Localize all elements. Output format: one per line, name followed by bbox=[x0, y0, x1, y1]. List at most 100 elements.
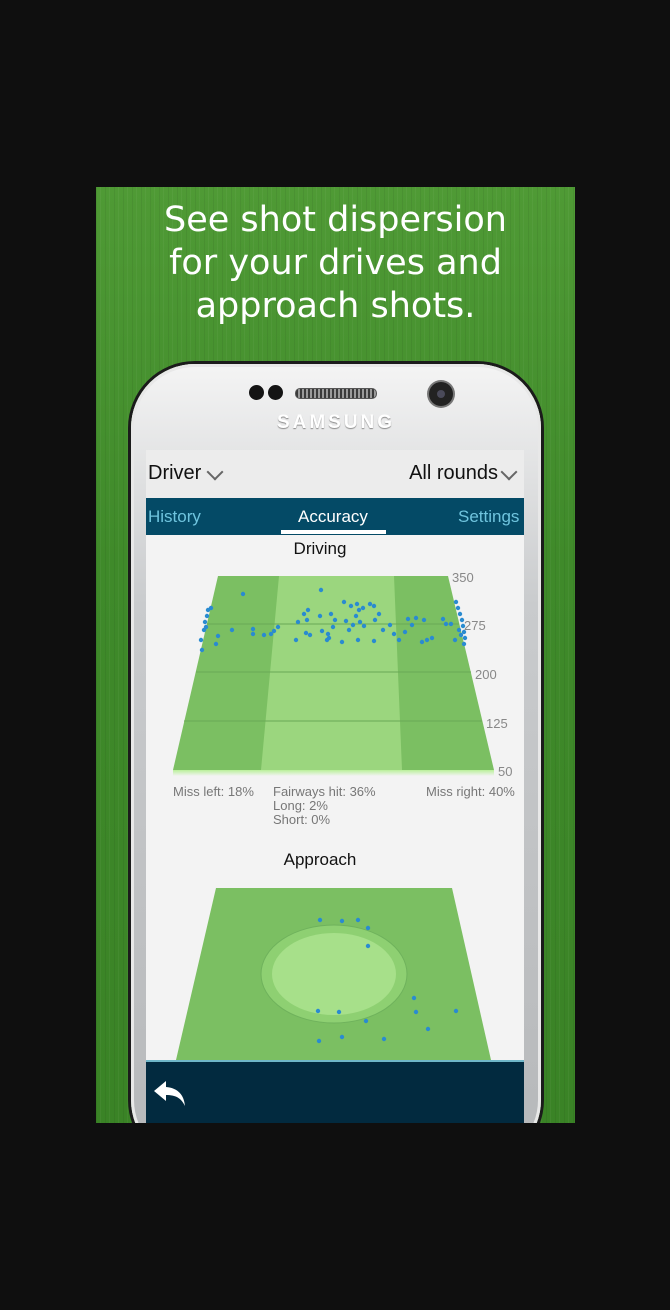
shot-dot bbox=[301, 611, 307, 617]
shot-dot bbox=[391, 631, 397, 637]
shot-dot bbox=[387, 622, 393, 628]
tab-bar: History Accuracy Settings bbox=[146, 498, 524, 535]
club-dropdown-value: Driver bbox=[148, 462, 202, 484]
tee-glow bbox=[173, 770, 494, 776]
shot-dot bbox=[367, 601, 373, 607]
shot-dot bbox=[350, 622, 356, 628]
shot-dot bbox=[372, 617, 378, 623]
shot-dot bbox=[317, 917, 323, 923]
shot-dot bbox=[365, 943, 371, 949]
shot-dot bbox=[325, 631, 331, 637]
shot-dot bbox=[363, 1018, 369, 1024]
shot-dot bbox=[443, 621, 449, 627]
sensor-dot bbox=[268, 385, 283, 400]
shot-dot bbox=[360, 605, 366, 611]
speaker-grille bbox=[295, 388, 377, 399]
long-stat: Long: 2% bbox=[273, 798, 328, 813]
bottom-bar bbox=[146, 1060, 524, 1123]
shot-dot bbox=[411, 995, 417, 1001]
shot-dot bbox=[343, 618, 349, 624]
active-tab-indicator bbox=[281, 530, 386, 534]
shot-dot bbox=[356, 607, 362, 613]
shot-dot bbox=[293, 637, 299, 643]
device-brand: SAMSUNG bbox=[276, 412, 396, 433]
back-arrow-icon[interactable] bbox=[152, 1078, 188, 1108]
driving-dispersion-chart: 350 275 200 125 50 bbox=[173, 570, 512, 779]
shot-dot bbox=[317, 613, 323, 619]
shot-dot bbox=[316, 1038, 322, 1044]
yard-label: 125 bbox=[486, 716, 508, 731]
shot-dot bbox=[365, 925, 371, 931]
shot-dot bbox=[202, 619, 208, 625]
shot-dot bbox=[452, 637, 458, 643]
headline-line-2: for your drives and bbox=[169, 243, 502, 283]
shot-dot bbox=[361, 623, 367, 629]
shot-dot bbox=[425, 1026, 431, 1032]
shot-dot bbox=[380, 627, 386, 633]
yard-label: 50 bbox=[498, 764, 512, 779]
shot-dot bbox=[371, 603, 377, 609]
shot-dot bbox=[429, 635, 435, 641]
driving-title: Driving bbox=[293, 539, 347, 558]
shot-dot bbox=[198, 637, 204, 643]
chevron-down-icon[interactable] bbox=[206, 463, 224, 481]
shot-dot bbox=[456, 627, 462, 633]
tab-settings[interactable]: Settings bbox=[458, 507, 519, 527]
filter-bar: Driver All rounds bbox=[146, 450, 524, 498]
shot-dot bbox=[381, 1036, 387, 1042]
shot-dot bbox=[199, 647, 205, 653]
chevron-down-icon[interactable] bbox=[500, 463, 518, 481]
yard-label: 275 bbox=[464, 618, 486, 633]
shot-dot bbox=[268, 631, 274, 637]
shot-dot bbox=[303, 630, 309, 636]
headline-line-1: See shot dispersion bbox=[164, 200, 507, 240]
shot-dot bbox=[424, 637, 430, 643]
shot-dot bbox=[250, 631, 256, 637]
shot-dot bbox=[208, 605, 214, 611]
shot-dot bbox=[346, 627, 352, 633]
shot-dot bbox=[203, 624, 209, 630]
shot-dot bbox=[448, 621, 454, 627]
shot-dot bbox=[348, 603, 354, 609]
fairways-hit-stat: Fairways hit: 36% bbox=[273, 784, 376, 799]
phone-frame: SAMSUNG Driver All rounds History Accura… bbox=[131, 364, 541, 1123]
shot-dot bbox=[462, 635, 468, 641]
shot-dot bbox=[229, 627, 235, 633]
shot-dot bbox=[341, 599, 347, 605]
shot-dot bbox=[315, 1008, 321, 1014]
shot-dot bbox=[354, 601, 360, 607]
shot-dot bbox=[304, 617, 310, 623]
shot-dot bbox=[339, 918, 345, 924]
shot-dot bbox=[336, 1009, 342, 1015]
shot-dot bbox=[371, 638, 377, 644]
rounds-dropdown[interactable]: All rounds bbox=[409, 462, 498, 485]
miss-left-stat: Miss left: 18% bbox=[173, 784, 254, 799]
shot-dot bbox=[330, 624, 336, 630]
shot-dot bbox=[405, 616, 411, 622]
yard-label: 200 bbox=[475, 667, 497, 682]
putting-green bbox=[272, 933, 396, 1015]
shot-dot bbox=[305, 607, 311, 613]
shot-dot bbox=[457, 611, 463, 617]
club-dropdown[interactable]: Driver bbox=[148, 462, 201, 485]
shot-dot bbox=[413, 615, 419, 621]
shot-dot bbox=[240, 591, 246, 597]
shot-dot bbox=[355, 637, 361, 643]
headline-line-3: approach shots. bbox=[195, 286, 476, 326]
tab-accuracy[interactable]: Accuracy bbox=[298, 507, 368, 527]
shot-dot bbox=[353, 613, 359, 619]
shot-dot bbox=[204, 613, 210, 619]
tab-history[interactable]: History bbox=[148, 507, 201, 527]
shot-dot bbox=[319, 628, 325, 634]
approach-dispersion-chart bbox=[176, 888, 491, 1060]
shot-dot bbox=[440, 616, 446, 622]
yard-label: 350 bbox=[452, 570, 474, 585]
shot-dot bbox=[250, 626, 256, 632]
shot-dot bbox=[295, 619, 301, 625]
shot-dot bbox=[213, 641, 219, 647]
approach-title: Approach bbox=[283, 850, 357, 869]
shot-dot bbox=[421, 617, 427, 623]
rounds-dropdown-value: All rounds bbox=[409, 462, 498, 484]
sensor-dot bbox=[249, 385, 264, 400]
shot-dot bbox=[355, 917, 361, 923]
